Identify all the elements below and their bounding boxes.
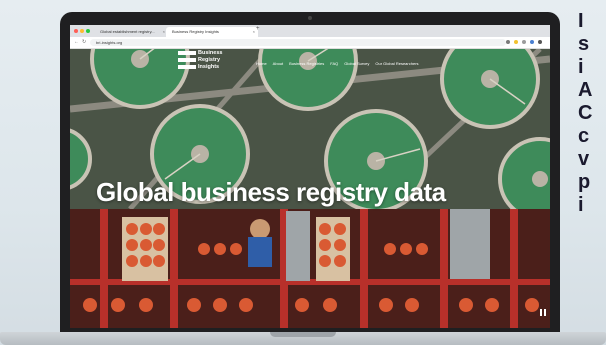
nav-about[interactable]: About bbox=[273, 61, 283, 66]
hero-title: Global business registry data bbox=[96, 177, 446, 207]
site-logo[interactable]: Business Registry Insights bbox=[178, 50, 238, 72]
logo-bar bbox=[178, 51, 196, 55]
reload-icon[interactable]: ↻ bbox=[82, 39, 86, 45]
address-bar-row: ← ↻ bri-insights.org bbox=[70, 37, 550, 49]
tab-label: Business Registry Insights bbox=[172, 29, 219, 34]
tab-global-registry[interactable]: Global establishment registry... × bbox=[94, 27, 168, 37]
laptop-base bbox=[0, 332, 606, 345]
nav-business-registries[interactable]: Business Registries bbox=[289, 61, 324, 66]
nav-global-survey[interactable]: Global Survey bbox=[344, 61, 369, 66]
produce-crates-image bbox=[70, 209, 550, 328]
logo-word: Insights bbox=[198, 64, 220, 70]
url-text: bri-insights.org bbox=[96, 40, 123, 45]
cropped-side-text: I s i A C c v p i bbox=[578, 10, 606, 217]
logo-bar bbox=[178, 58, 196, 62]
webcam bbox=[308, 16, 312, 20]
back-arrow-icon[interactable]: ← bbox=[74, 39, 79, 45]
laptop-notch bbox=[270, 332, 336, 337]
side-letter: i bbox=[578, 194, 584, 216]
nav-home[interactable]: Home bbox=[256, 61, 267, 66]
logo-bar bbox=[178, 65, 196, 69]
laptop-frame: Global establishment registry... × Busin… bbox=[60, 12, 560, 337]
close-tab-icon[interactable]: × bbox=[253, 27, 255, 37]
side-letter: i bbox=[578, 56, 584, 78]
side-letter: I bbox=[578, 10, 584, 32]
nav-faq[interactable]: FAQ bbox=[330, 61, 338, 66]
url-field[interactable]: bri-insights.org bbox=[90, 39, 506, 46]
side-letter: p bbox=[578, 171, 591, 193]
side-letter: C bbox=[578, 102, 593, 124]
logo-word: Registry bbox=[198, 57, 221, 63]
close-window-icon[interactable] bbox=[74, 29, 78, 33]
side-letter: A bbox=[578, 79, 593, 101]
profile-avatar-icon[interactable] bbox=[530, 40, 534, 44]
tab-business-registry-insights[interactable]: Business Registry Insights × bbox=[166, 27, 258, 37]
nav-researchers[interactable]: Our Global Researchers bbox=[375, 61, 418, 66]
menu-kebab-icon[interactable] bbox=[538, 40, 542, 44]
maximize-window-icon[interactable] bbox=[86, 29, 90, 33]
tab-label: Global establishment registry... bbox=[100, 29, 155, 34]
plus-icon[interactable]: + bbox=[256, 26, 260, 32]
side-letter: c bbox=[578, 125, 590, 147]
minimize-window-icon[interactable] bbox=[80, 29, 84, 33]
browser-tab-strip: Global establishment registry... × Busin… bbox=[70, 25, 550, 37]
extension-icon[interactable] bbox=[506, 40, 510, 44]
logo-word: Business bbox=[198, 50, 223, 56]
side-letter: v bbox=[578, 148, 590, 170]
website-page: Business Registry Insights Home About Bu… bbox=[70, 49, 550, 328]
pause-icon[interactable] bbox=[540, 309, 546, 316]
extension-icon[interactable] bbox=[514, 40, 518, 44]
site-navigation: Home About Business Registries FAQ Globa… bbox=[256, 61, 419, 66]
laptop-screen: Global establishment registry... × Busin… bbox=[70, 25, 550, 328]
close-tab-icon[interactable]: × bbox=[163, 27, 165, 37]
bookmark-icon[interactable] bbox=[522, 40, 526, 44]
side-letter: s bbox=[578, 33, 590, 55]
